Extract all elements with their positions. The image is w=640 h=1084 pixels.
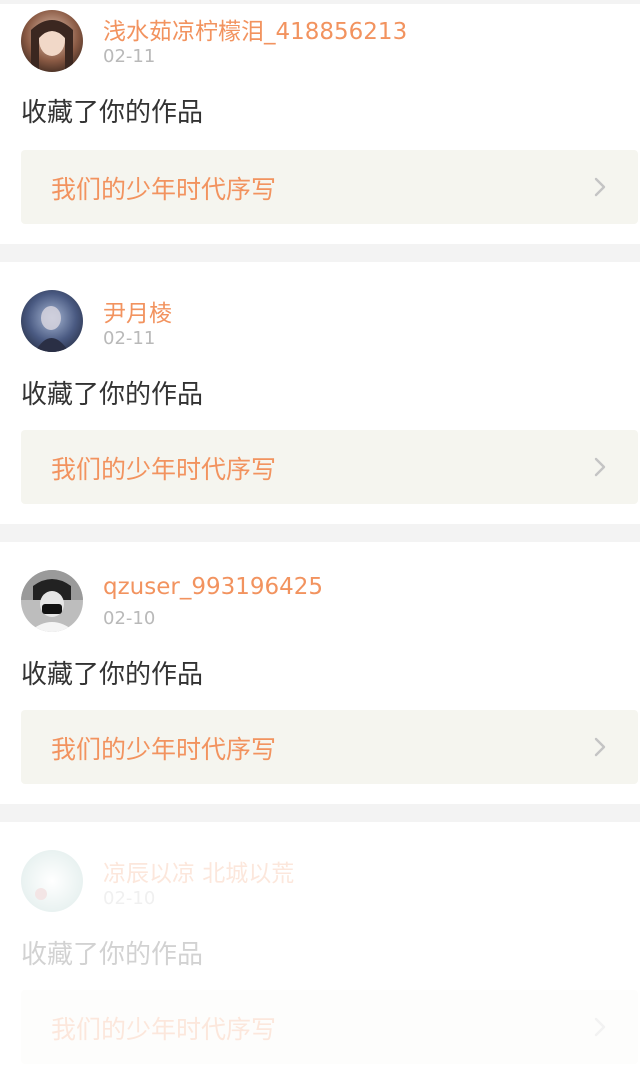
user-avatar-icon[interactable] bbox=[21, 570, 83, 632]
notification-card: 凉辰以凉 北城以荒 02-10 收藏了你的作品 我们的少年时代序写 bbox=[0, 822, 640, 1084]
notification-action-text: 收藏了你的作品 bbox=[21, 380, 204, 410]
username-link[interactable]: 凉辰以凉 北城以荒 bbox=[103, 854, 294, 888]
work-title: 我们的少年时代序写 bbox=[51, 735, 277, 764]
chevron-right-icon bbox=[594, 177, 606, 197]
chevron-right-icon bbox=[594, 1017, 606, 1037]
work-link-button[interactable]: 我们的少年时代序写 bbox=[21, 990, 638, 1064]
work-link-button[interactable]: 我们的少年时代序写 bbox=[21, 150, 638, 224]
work-title: 我们的少年时代序写 bbox=[51, 455, 277, 484]
work-title: 我们的少年时代序写 bbox=[51, 1015, 277, 1044]
chevron-right-icon bbox=[594, 457, 606, 477]
notification-action-text: 收藏了你的作品 bbox=[21, 98, 204, 128]
notification-feed: 浅水茹凉柠檬泪_418856213 02-11 收藏了你的作品 我们的少年时代序… bbox=[0, 0, 640, 1084]
notification-date: 02-10 bbox=[103, 888, 156, 909]
work-link-button[interactable]: 我们的少年时代序写 bbox=[21, 710, 638, 784]
username-link[interactable]: 浅水茹凉柠檬泪_418856213 bbox=[103, 12, 407, 46]
notification-action-text: 收藏了你的作品 bbox=[21, 940, 204, 970]
user-avatar-icon[interactable] bbox=[21, 850, 83, 912]
chevron-right-icon bbox=[594, 737, 606, 757]
notification-date: 02-10 bbox=[103, 608, 156, 629]
user-avatar-icon[interactable] bbox=[21, 290, 83, 352]
notification-card: qzuser_993196425 02-10 收藏了你的作品 我们的少年时代序写 bbox=[0, 542, 640, 804]
notification-date: 02-11 bbox=[103, 328, 156, 349]
user-avatar-icon[interactable] bbox=[21, 10, 83, 72]
notification-card: 尹月棱 02-11 收藏了你的作品 我们的少年时代序写 bbox=[0, 262, 640, 524]
username-link[interactable]: qzuser_993196425 bbox=[103, 574, 323, 600]
work-link-button[interactable]: 我们的少年时代序写 bbox=[21, 430, 638, 504]
notification-action-text: 收藏了你的作品 bbox=[21, 660, 204, 690]
top-divider bbox=[0, 0, 640, 4]
notification-date: 02-11 bbox=[103, 46, 156, 67]
work-title: 我们的少年时代序写 bbox=[51, 175, 277, 204]
username-link[interactable]: 尹月棱 bbox=[103, 294, 172, 328]
notification-card: 浅水茹凉柠檬泪_418856213 02-11 收藏了你的作品 我们的少年时代序… bbox=[0, 0, 640, 244]
